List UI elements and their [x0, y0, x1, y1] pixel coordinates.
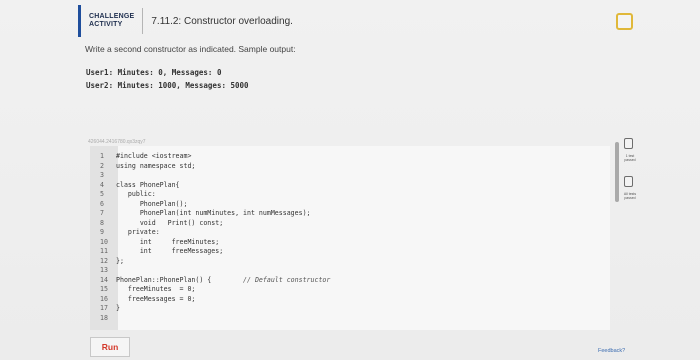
page: CHALLENGE ACTIVITY 7.11.2: Constructor o…	[0, 0, 700, 360]
line-number: 6	[100, 199, 104, 208]
code-text: freeMinutes = 0;	[116, 285, 196, 293]
line-number: 17	[100, 304, 108, 312]
sample-output: User1: Minutes: 0, Messages: 0 User2: Mi…	[86, 66, 249, 92]
activity-header: CHALLENGE ACTIVITY 7.11.2: Constructor o…	[78, 5, 293, 37]
line-number: 2	[100, 161, 104, 170]
badge-line1: CHALLENGE	[89, 13, 135, 20]
test-check-icon	[624, 138, 633, 149]
line-number: 15	[100, 285, 108, 293]
code-text: using namespace std;	[116, 161, 196, 170]
challenge-activity-badge: CHALLENGE ACTIVITY	[89, 8, 144, 34]
line-number: 10	[100, 237, 108, 246]
test-status-label: All tests passed	[623, 192, 637, 200]
code-text: freeMessages = 0;	[116, 294, 196, 303]
completion-check-icon	[616, 13, 633, 30]
code-text: PhonePlan::PhonePlan() {	[116, 275, 212, 284]
code-line[interactable]: 1 #include <iostream>	[100, 152, 330, 162]
code-comment: // Default constructor	[211, 275, 331, 284]
code-text: public:	[116, 190, 156, 198]
test-check-icon	[624, 176, 633, 187]
code-content[interactable]: 1 #include <iostream> 2 using namespace std…	[100, 152, 330, 323]
instruction-text: Write a second constructor as indicated.…	[85, 44, 296, 54]
line-number: 1	[100, 152, 104, 160]
code-text: class PhonePlan{	[116, 180, 180, 189]
code-text: };	[116, 256, 124, 265]
line-number: 18	[100, 313, 108, 322]
code-line[interactable]: 5 public:	[100, 190, 330, 200]
code-line[interactable]: 6 PhonePlan();	[100, 200, 330, 210]
line-number: 8	[100, 218, 104, 227]
badge-line2: ACTIVITY	[89, 21, 123, 28]
code-line[interactable]: 12};	[100, 257, 330, 267]
line-number: 16	[100, 294, 108, 303]
line-number: 3	[100, 171, 104, 179]
code-text: }	[116, 304, 120, 312]
code-line[interactable]: 17}	[100, 304, 330, 314]
test-status-label: 1 test passed	[624, 154, 636, 162]
code-line[interactable]: 11 int freeMessages;	[100, 247, 330, 257]
code-line[interactable]: 7 PhonePlan(int numMinutes, int numMessa…	[100, 209, 330, 219]
code-line[interactable]: 2 using namespace std;	[100, 162, 330, 172]
code-line[interactable]: 14 PhonePlan::PhonePlan() { // Default co…	[100, 276, 330, 286]
code-line[interactable]: 15 freeMinutes = 0;	[100, 285, 330, 295]
code-line[interactable]: 9 private:	[100, 228, 330, 238]
feedback-link[interactable]: Feedback?	[598, 348, 625, 354]
code-editor[interactable]: 1 #include <iostream> 2 using namespace std…	[90, 146, 610, 330]
code-text: void Print() const;	[116, 218, 224, 227]
code-line[interactable]: 4 class PhonePlan{	[100, 181, 330, 191]
code-line[interactable]: 18	[100, 314, 330, 324]
line-number: 9	[100, 228, 104, 236]
line-number: 11	[100, 247, 108, 255]
code-line[interactable]: 8 void Print() const;	[100, 219, 330, 229]
run-button[interactable]: Run	[90, 337, 130, 357]
line-number: 7	[100, 209, 104, 217]
code-text: int freeMinutes;	[116, 237, 220, 246]
line-number: 5	[100, 190, 104, 198]
sample-line: User1: Minutes: 0, Messages: 0	[86, 68, 222, 77]
code-text: private:	[116, 228, 160, 236]
code-line[interactable]: 3	[100, 171, 330, 181]
code-line[interactable]: 13	[100, 266, 330, 276]
activity-id: 426044.2416780.qx3zqy7	[88, 139, 146, 145]
line-number: 14	[100, 275, 108, 284]
line-number: 13	[100, 266, 108, 274]
line-number: 12	[100, 256, 108, 265]
code-text: PhonePlan(int numMinutes, int numMessage…	[116, 209, 311, 217]
line-number: 4	[100, 180, 104, 189]
code-line[interactable]: 16 freeMessages = 0;	[100, 295, 330, 305]
test-status-panel: 1 test passed All tests passed	[615, 138, 639, 278]
sample-line: User2: Minutes: 1000, Messages: 5000	[86, 81, 249, 90]
code-text: PhonePlan();	[116, 199, 188, 208]
activity-title: 7.11.2: Constructor overloading.	[151, 15, 293, 27]
code-text: #include <iostream>	[116, 152, 192, 160]
code-text: int freeMessages;	[116, 247, 224, 255]
code-line[interactable]: 10 int freeMinutes;	[100, 238, 330, 248]
scrollbar[interactable]	[615, 142, 619, 202]
